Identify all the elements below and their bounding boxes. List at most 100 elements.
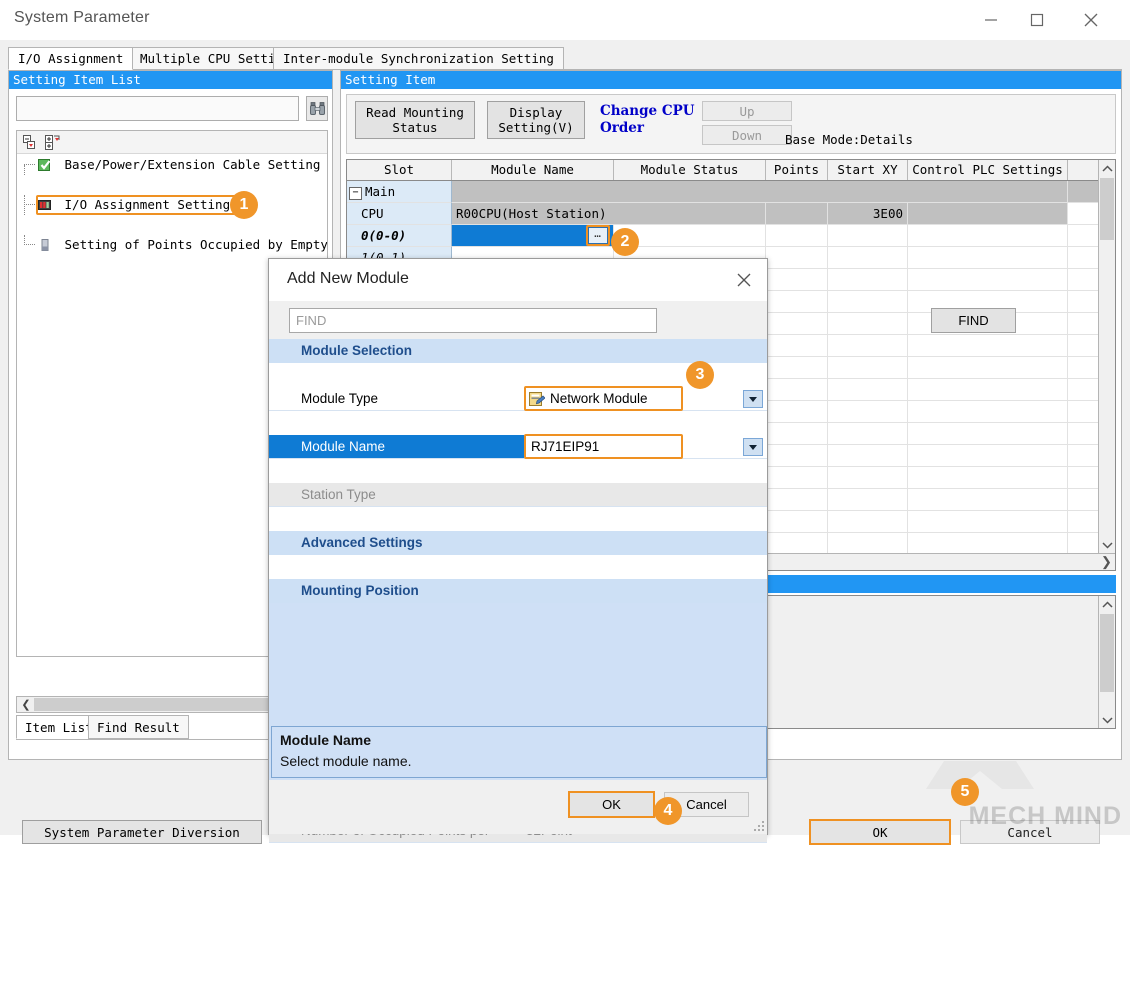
grid-cell[interactable] — [828, 467, 908, 489]
row-0-control-plc[interactable] — [908, 225, 1068, 247]
scroll-down-icon[interactable] — [1099, 536, 1115, 553]
display-setting-button[interactable]: Display Setting(V) — [487, 101, 585, 139]
row-slot-cpu[interactable]: CPU — [347, 203, 452, 225]
tab-io-assignment[interactable]: I/O Assignment — [8, 47, 133, 70]
row-1-points[interactable] — [766, 247, 828, 269]
maximize-icon[interactable] — [1014, 0, 1060, 40]
scroll-up-icon[interactable] — [1099, 160, 1115, 177]
grid-cell[interactable] — [766, 533, 828, 555]
property-row-module-name[interactable]: Module Name RJ71EIP91 — [269, 435, 767, 459]
dialog-ok-button[interactable]: OK — [569, 792, 654, 817]
grid-cell[interactable] — [828, 489, 908, 511]
grid-cell[interactable] — [1068, 401, 1100, 423]
scroll-up-icon[interactable] — [1099, 596, 1115, 613]
move-down-button[interactable]: Down — [702, 125, 792, 145]
system-parameter-diversion-button[interactable]: System Parameter Diversion — [22, 820, 262, 844]
main-ok-button[interactable]: OK — [810, 820, 950, 844]
grid-cell[interactable] — [766, 313, 828, 335]
col-control-plc-settings[interactable]: Control PLC Settings — [908, 160, 1068, 180]
col-slot[interactable]: Slot — [347, 160, 452, 180]
scroll-down-icon[interactable] — [1099, 711, 1115, 728]
row-1-start-xy[interactable] — [828, 247, 908, 269]
search-input[interactable] — [16, 96, 299, 121]
grid-cell[interactable] — [828, 335, 908, 357]
table-row[interactable]: CPU R00CPU(Host Station) 3E00 — [347, 203, 1115, 225]
tree-expander-minus-icon[interactable]: − — [349, 187, 362, 200]
row-1-control-plc[interactable] — [908, 247, 1068, 269]
row-cpu-points[interactable] — [766, 203, 828, 225]
row-cpu-control-plc[interactable] — [908, 203, 1068, 225]
property-row-module-type[interactable]: Module Type Network Module — [269, 387, 767, 411]
grid-cell[interactable] — [908, 511, 1068, 533]
close-icon[interactable] — [1068, 0, 1114, 40]
binoculars-icon[interactable] — [306, 96, 328, 121]
grid-cell[interactable] — [828, 445, 908, 467]
find-button[interactable]: FIND — [931, 308, 1016, 333]
grid-cell[interactable] — [908, 467, 1068, 489]
grid-cell[interactable] — [1068, 533, 1100, 555]
grid-cell[interactable] — [908, 489, 1068, 511]
grid-cell[interactable] — [1068, 489, 1100, 511]
col-start-xy[interactable]: Start XY — [828, 160, 908, 180]
grid-cell[interactable] — [1068, 269, 1100, 291]
row-cpu-start-xy[interactable]: 3E00 — [828, 203, 908, 225]
grid-cell[interactable] — [766, 379, 828, 401]
grid-cell[interactable] — [828, 357, 908, 379]
grid-cell[interactable] — [908, 401, 1068, 423]
grid-cell[interactable] — [828, 269, 908, 291]
grid-cell[interactable] — [1068, 511, 1100, 533]
grid-cell[interactable] — [1068, 423, 1100, 445]
col-module-name[interactable]: Module Name — [452, 160, 614, 180]
grid-cell[interactable] — [908, 335, 1068, 357]
grid-cell[interactable] — [908, 423, 1068, 445]
grid-cell[interactable] — [828, 511, 908, 533]
read-mounting-status-button[interactable]: Read Mounting Status — [355, 101, 475, 139]
grid-cell[interactable] — [828, 379, 908, 401]
module-type-dropdown-arrow[interactable] — [743, 390, 763, 408]
expand-all-icon[interactable] — [45, 135, 61, 150]
col-points[interactable]: Points — [766, 160, 828, 180]
grid-cell[interactable] — [1068, 445, 1100, 467]
grid-cell[interactable] — [1068, 379, 1100, 401]
grid-vertical-scrollbar[interactable] — [1098, 160, 1115, 553]
grid-cell[interactable] — [828, 313, 908, 335]
scrollbar-thumb[interactable] — [1100, 614, 1114, 692]
grid-cell[interactable] — [828, 291, 908, 313]
grid-cell[interactable] — [1068, 291, 1100, 313]
table-row[interactable]: 0(0-0) … — [347, 225, 1115, 247]
grid-cell[interactable] — [766, 445, 828, 467]
grid-cell[interactable] — [766, 357, 828, 379]
grid-cell[interactable] — [766, 511, 828, 533]
close-icon[interactable] — [729, 266, 759, 294]
resize-grip[interactable] — [753, 820, 764, 831]
tree-item-points-occupied-empty-slot[interactable]: Setting of Points Occupied by Empty Slo — [18, 235, 327, 255]
grid-cell[interactable] — [766, 291, 828, 313]
grid-cell[interactable] — [766, 335, 828, 357]
find-input[interactable]: FIND — [289, 308, 657, 333]
property-row-station-type[interactable]: Station Type — [269, 483, 767, 507]
row-0-points[interactable] — [766, 225, 828, 247]
col-module-status-setting[interactable]: Module Status Setting — [614, 160, 766, 180]
grid-cell[interactable] — [828, 423, 908, 445]
tab-inter-module-sync[interactable]: Inter-module Synchronization Setting — [273, 47, 564, 70]
scroll-right-icon[interactable]: ❯ — [1098, 554, 1115, 570]
grid-cell[interactable] — [1068, 313, 1100, 335]
move-up-button[interactable]: Up — [702, 101, 792, 121]
tree-item-io-assignment-setting[interactable]: I/O Assignment Setting — [18, 195, 327, 215]
table-row[interactable]: −Main — [347, 181, 1115, 203]
grid-cell[interactable] — [1068, 335, 1100, 357]
grid-cell[interactable] — [908, 533, 1068, 555]
grid-cell[interactable] — [766, 269, 828, 291]
row-slot-0[interactable]: 0(0-0) — [347, 225, 452, 247]
grid-cell[interactable] — [1068, 467, 1100, 489]
collapse-all-icon[interactable] — [23, 135, 39, 150]
module-name-dropdown-arrow[interactable] — [743, 438, 763, 456]
scrollbar-thumb[interactable] — [1100, 178, 1114, 240]
grid-cell[interactable] — [766, 423, 828, 445]
row-0-start-xy[interactable] — [828, 225, 908, 247]
row-0-module-name-editor[interactable]: … — [452, 225, 614, 247]
info-vertical-scrollbar[interactable] — [1098, 596, 1115, 728]
grid-cell[interactable] — [766, 401, 828, 423]
minimize-icon[interactable] — [968, 0, 1014, 40]
grid-cell[interactable] — [908, 379, 1068, 401]
